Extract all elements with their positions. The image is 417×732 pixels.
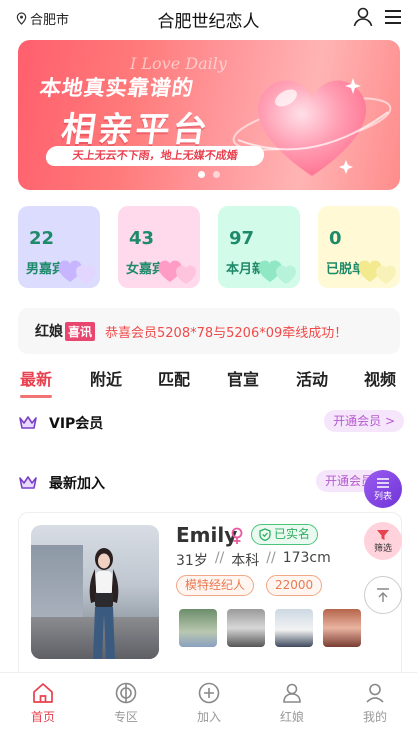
nav-profile[interactable]: 我的: [340, 681, 410, 725]
user-icon[interactable]: [352, 6, 374, 28]
stat-count: 97: [229, 228, 255, 249]
stat-card-male[interactable]: 22 男嘉宾: [18, 206, 100, 288]
nav-matchmaker[interactable]: 红娘: [257, 681, 327, 725]
notice-label-text: 红娘: [35, 324, 63, 340]
bottom-navigation: 首页 专区 加入 红娘 我的: [0, 672, 417, 732]
stat-card-female[interactable]: 43 女嘉宾: [118, 206, 200, 288]
vip-section-title: VIP会员: [49, 416, 104, 432]
stat-card-new-this-month[interactable]: 97 本月新人: [218, 206, 300, 288]
banner-main-title: 相亲平台: [58, 110, 213, 150]
member-photo[interactable]: [31, 525, 159, 659]
profile-icon: [366, 683, 384, 703]
nav-label: 红娘: [279, 710, 304, 724]
thumbnail[interactable]: [275, 609, 313, 647]
shield-check-icon: [259, 528, 271, 541]
tab-video[interactable]: 视频: [364, 366, 396, 390]
verified-badge: 已实名: [251, 524, 319, 545]
photo-thumbnails: [179, 609, 361, 647]
verified-text: 已实名: [274, 527, 311, 541]
tab-latest[interactable]: 最新: [20, 366, 53, 398]
nav-label: 加入: [196, 710, 221, 724]
pagination-dot[interactable]: [213, 171, 220, 178]
menu-icon[interactable]: [382, 6, 404, 28]
banner-headline: 本地真实靠谱的: [38, 76, 196, 100]
nav-label: 首页: [30, 710, 55, 724]
list-icon: [377, 477, 389, 488]
member-meta: 31岁 // 本科 // 173cm: [176, 550, 331, 570]
nav-join[interactable]: 加入: [174, 681, 244, 725]
income-tag: 22000: [266, 575, 323, 596]
notice-message: 恭喜会员5208*78与5206*09牵线成功！: [105, 325, 348, 341]
stat-count: 0: [329, 228, 342, 249]
matchmaker-icon: [283, 683, 301, 703]
stat-count: 22: [29, 228, 55, 249]
hearts-icon: [358, 260, 396, 284]
filter-button[interactable]: 筛选: [364, 522, 402, 560]
separator: //: [266, 550, 276, 566]
member-age: 31岁: [176, 553, 208, 569]
open-vip-button[interactable]: 开通会员 >: [324, 410, 404, 432]
plus-icon: [198, 682, 220, 704]
category-tabs: 最新 附近 匹配 官宣 活动 视频: [0, 366, 417, 398]
member-profile-card[interactable]: Emily 已实名 31岁 // 本科 // 173cm 模特经纪人 22000: [18, 512, 402, 680]
member-portrait: [89, 548, 119, 659]
nav-home[interactable]: 首页: [8, 681, 78, 725]
pagination-dot-active[interactable]: [198, 171, 205, 178]
filter-icon: [377, 529, 389, 540]
tab-activity[interactable]: 活动: [296, 366, 328, 390]
crown-icon: [19, 476, 37, 489]
promo-banner[interactable]: I Love Daily 本地真实靠谱的 相亲平台 天上无云不下雨，地上无媒不成…: [18, 40, 400, 190]
stat-count: 43: [129, 228, 155, 249]
thumbnail[interactable]: [323, 609, 361, 647]
zone-icon: [115, 682, 137, 704]
hearts-icon: [158, 260, 196, 284]
new-members-title: 最新加入: [49, 476, 105, 492]
crown-icon: [19, 416, 37, 429]
banner-pagination: [18, 171, 400, 178]
arrow-up-icon: [377, 588, 389, 602]
success-notice-bar[interactable]: 红娘 喜讯 恭喜会员5208*78与5206*09牵线成功！: [18, 308, 400, 354]
notice-label: 红娘 喜讯: [35, 321, 96, 341]
filter-label: 筛选: [373, 543, 392, 554]
nav-label: 专区: [113, 710, 138, 724]
stat-card-matched[interactable]: 0 已脱单: [318, 206, 400, 288]
list-label: 列表: [373, 491, 392, 502]
hearts-icon: [258, 260, 296, 284]
thumbnail[interactable]: [227, 609, 265, 647]
list-view-button[interactable]: 列表: [364, 470, 402, 508]
member-education: 本科: [231, 553, 260, 569]
nav-zone[interactable]: 专区: [91, 681, 161, 725]
separator: //: [214, 550, 225, 566]
new-members-section-header: 最新加入 开通会员: [18, 470, 408, 496]
tab-nearby[interactable]: 附近: [90, 366, 122, 390]
tab-match[interactable]: 匹配: [158, 366, 190, 390]
banner-script-text: I Love Daily: [130, 54, 227, 73]
back-to-top-button[interactable]: [364, 576, 402, 614]
member-height: 173cm: [282, 550, 331, 566]
tab-official[interactable]: 官宣: [227, 366, 259, 390]
thumbnail[interactable]: [179, 609, 217, 647]
top-bar: 合肥市 合肥世纪恋人: [0, 0, 417, 36]
female-gender-icon: [231, 527, 243, 544]
hearts-icon: [58, 260, 96, 284]
heart-planet-illustration: [232, 78, 392, 176]
nav-label: 我的: [362, 710, 387, 724]
occupation-tag: 模特经纪人: [176, 575, 255, 596]
vip-section-header: VIP会员 开通会员 >: [18, 410, 408, 436]
notice-badge: 喜讯: [65, 321, 96, 341]
home-icon: [33, 683, 53, 703]
